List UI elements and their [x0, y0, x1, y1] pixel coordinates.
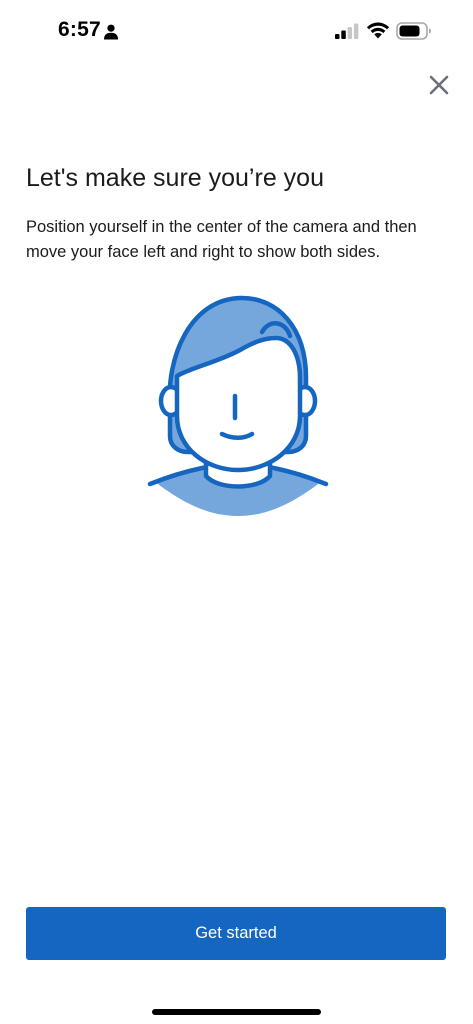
battery-icon [396, 22, 431, 40]
status-time: 6:57 [58, 18, 101, 41]
person-icon [104, 24, 118, 40]
close-icon [429, 75, 449, 95]
page-title: Let's make sure you’re you [26, 164, 324, 192]
close-button[interactable] [422, 68, 456, 102]
get-started-button[interactable]: Get started [26, 907, 446, 960]
home-indicator [152, 1009, 321, 1015]
instructions-text: Position yourself in the center of the c… [26, 218, 417, 261]
face-illustration [147, 295, 329, 516]
cellular-signal-icon [335, 23, 359, 39]
screen: 6:57 Let's make sure you’re you Position… [0, 0, 473, 1024]
wifi-icon [366, 22, 390, 39]
status-bar: 6:57 [0, 0, 473, 64]
